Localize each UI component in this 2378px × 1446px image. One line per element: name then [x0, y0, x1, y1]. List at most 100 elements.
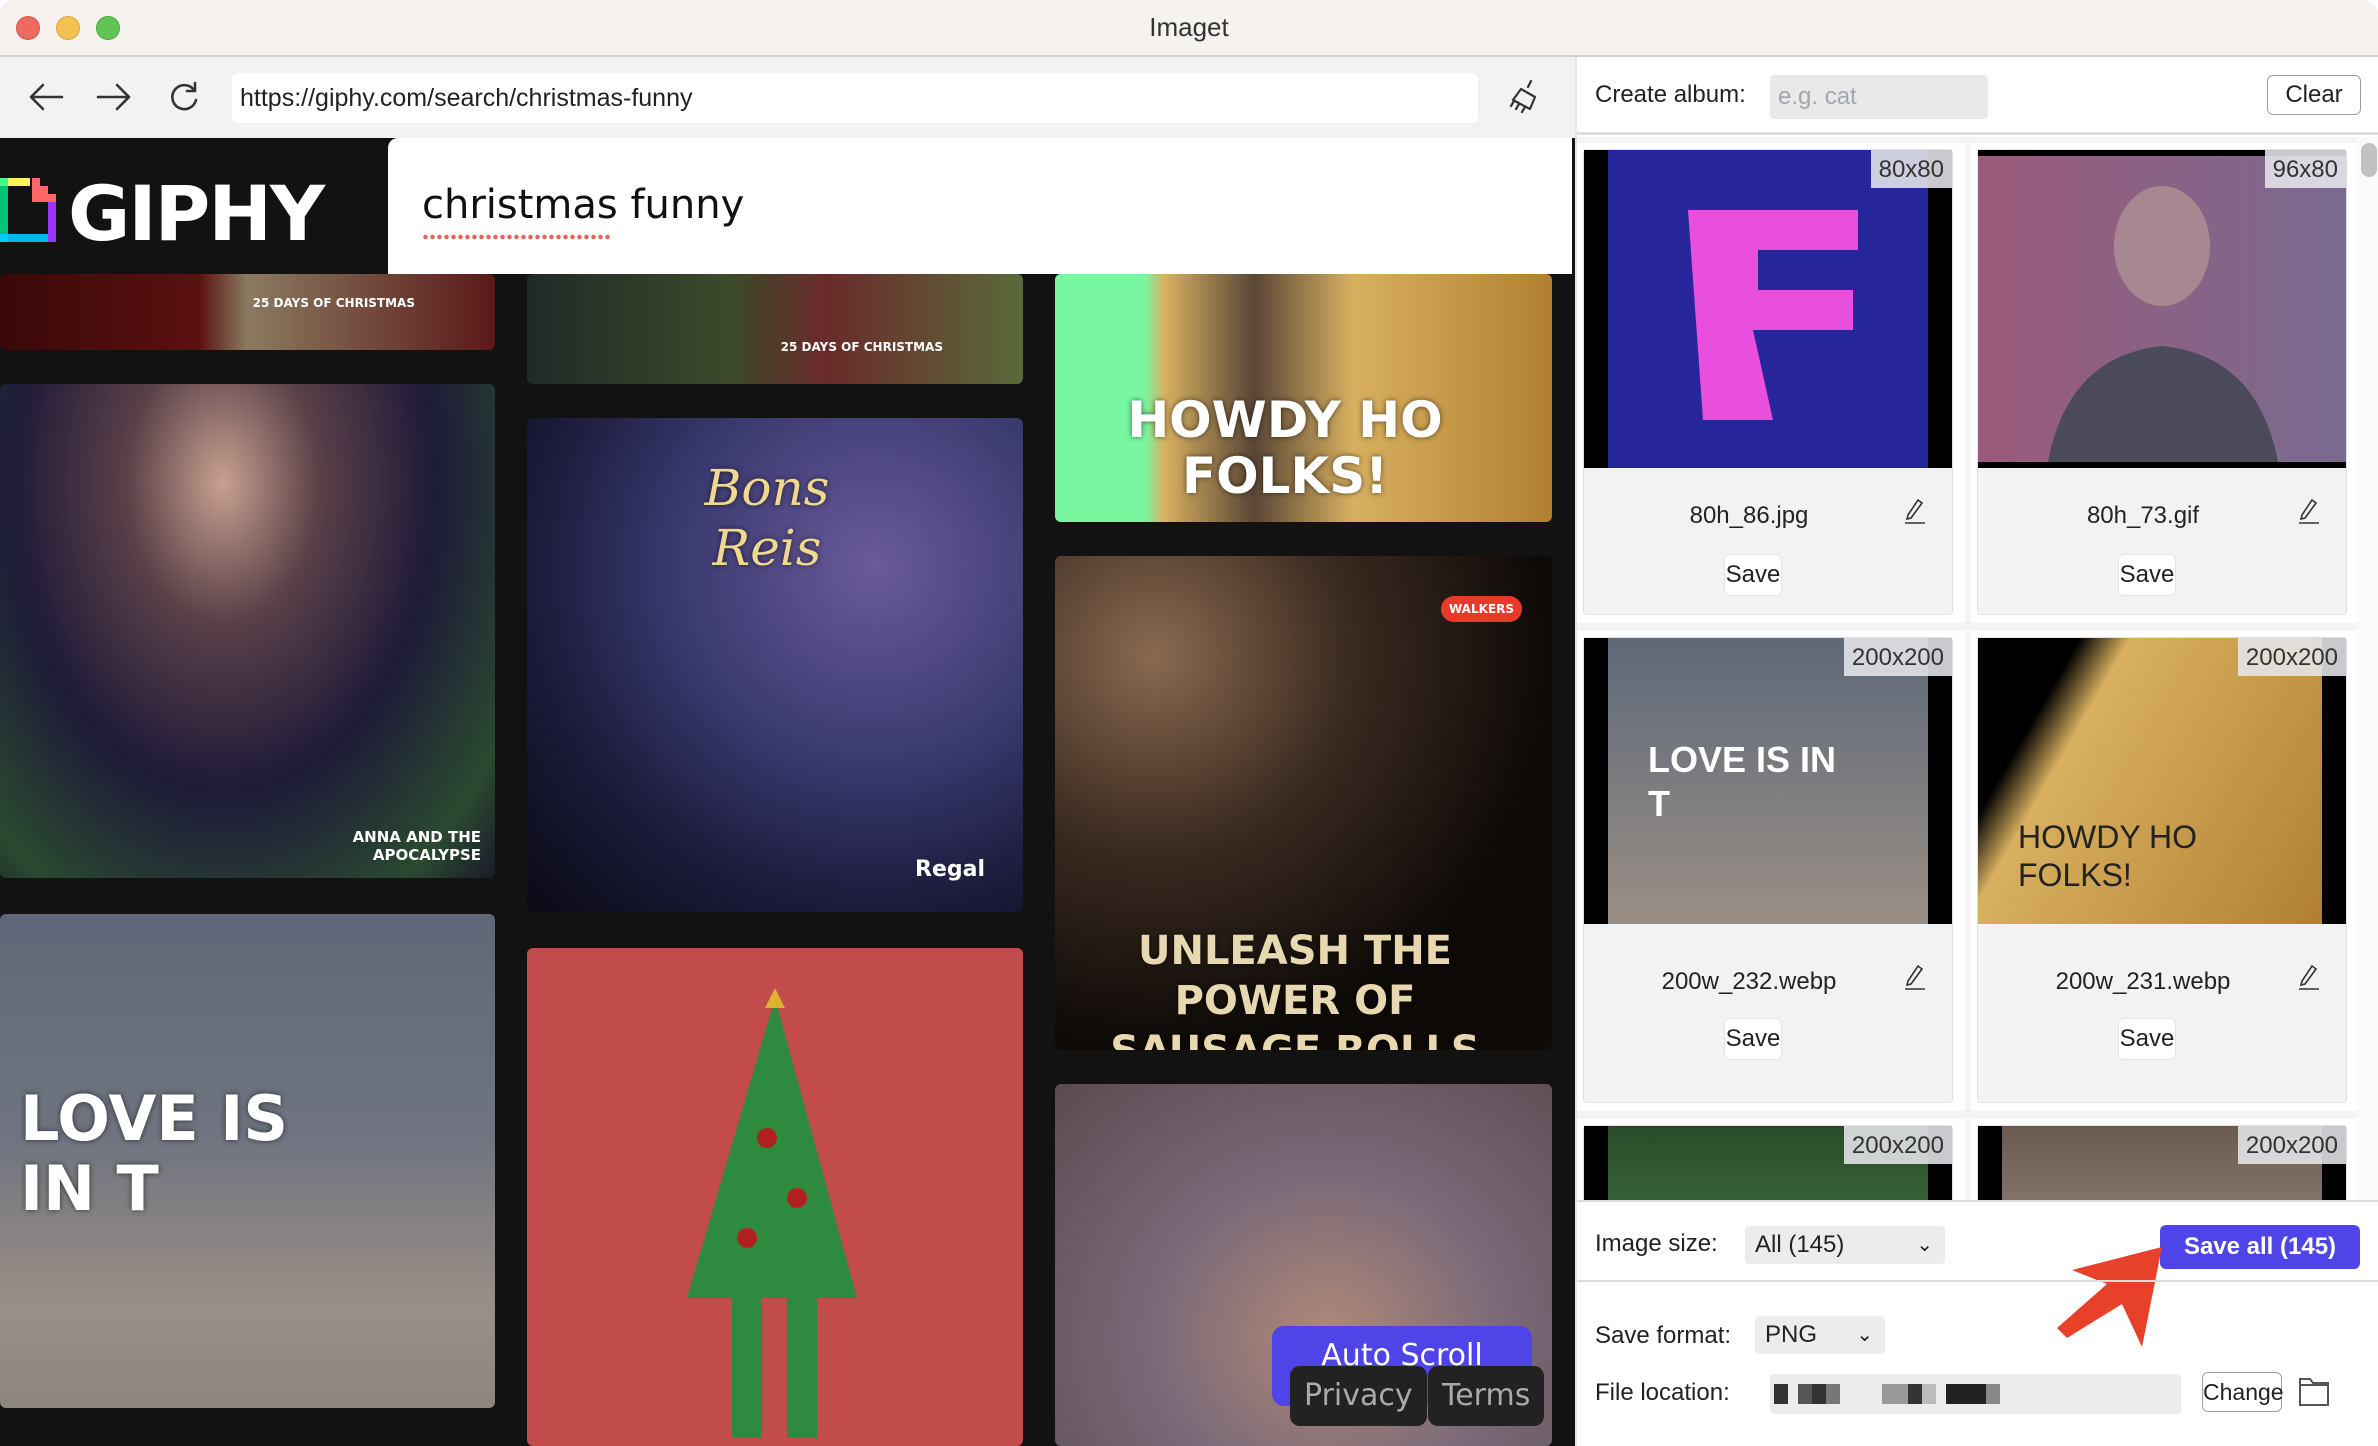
image-size-value: All (145) — [1755, 1231, 1845, 1258]
pencil-icon[interactable] — [1904, 964, 1926, 990]
gif-grid: 25 DAYS OF CHRISTMAS ANNA AND THE APOCAL… — [0, 274, 1575, 1446]
clear-button[interactable]: Clear — [2267, 75, 2361, 115]
giphy-logo-icon — [0, 178, 56, 242]
card-cell: 96x80 80h_73.gif Save — [1971, 143, 2357, 623]
album-bar: Create album: Clear — [1577, 57, 2378, 135]
thumbnail-image — [1978, 156, 2346, 462]
gif-watermark: WALKERS — [1440, 596, 1522, 622]
image-thumbnail[interactable]: 200x200 — [1978, 1126, 2346, 1200]
image-grid: 80x80 80h_86.jpg Save 96x80 80h_73.gif S… — [1577, 137, 2357, 1200]
arrow-right-icon — [96, 83, 131, 111]
gif-watermark: ANNA AND THE APOCALYPSE — [352, 828, 481, 864]
image-dimensions: 200x200 — [2237, 1126, 2346, 1164]
portrait-image — [2048, 186, 2278, 462]
file-location-field — [1770, 1374, 2181, 1414]
card-cell: HOWDY HO FOLKS! 200x200 200w_231.webp Sa… — [1971, 631, 2357, 1111]
image-dimensions: 80x80 — [1870, 150, 1952, 188]
image-dimensions: 96x80 — [2264, 150, 2346, 188]
imaget-panel: Create album: Clear 80x80 80h_86.jpg Sav… — [1575, 57, 2378, 1446]
christmas-tree-costume-image — [687, 988, 857, 1438]
gif-tile[interactable]: WALKERS UNLEASH THE POWER OF SAUSAGE ROL… — [1055, 556, 1552, 1050]
gif-caption: Bons Reis — [704, 459, 830, 577]
chevron-down-icon: ⌄ — [1856, 1324, 1873, 1346]
image-card: LOVE IS IN T 200x200 200w_232.webp Save — [1583, 637, 1953, 1103]
gif-tile[interactable]: HOWDY HO FOLKS! — [1055, 274, 1552, 522]
gif-tile[interactable]: 25 DAYS OF CHRISTMAS — [0, 274, 495, 350]
album-input[interactable] — [1770, 75, 1988, 119]
thumbnail-image: LOVE IS IN T — [1608, 638, 1928, 924]
file-location-label: File location: — [1595, 1379, 1730, 1406]
image-thumbnail[interactable]: 96x80 — [1978, 150, 2346, 468]
image-card: HOWDY HO FOLKS! 200x200 200w_231.webp Sa… — [1977, 637, 2347, 1103]
save-image-button[interactable]: Save — [2118, 554, 2176, 596]
change-location-button[interactable]: Change — [2202, 1372, 2284, 1412]
save-image-button[interactable]: Save — [1724, 554, 1782, 596]
image-filename: 80h_86.jpg — [1689, 502, 1809, 529]
scrollbar-thumb[interactable] — [2361, 143, 2377, 177]
privacy-link[interactable]: Privacy — [1290, 1366, 1427, 1426]
save-image-button[interactable]: Save — [2118, 1018, 2176, 1060]
gif-watermark: 25 DAYS OF CHRISTMAS — [780, 340, 943, 354]
image-size-select[interactable]: All (145) ⌄ — [1745, 1226, 1945, 1264]
giphy-search-box[interactable]: christmas funny — [388, 138, 1572, 274]
gif-watermark: Regal — [915, 857, 985, 882]
card-cell: 200x200 — [1971, 1119, 2357, 1200]
image-filename: 200w_232.webp — [1661, 968, 1837, 995]
forward-button[interactable] — [92, 77, 136, 117]
gif-tile[interactable]: LOVE IS IN T — [0, 914, 495, 1408]
url-input[interactable] — [232, 73, 1478, 123]
divider — [1577, 1280, 2378, 1282]
giphy-search-query[interactable]: christmas funny — [422, 182, 744, 228]
gif-tile[interactable]: 25 DAYS OF CHRISTMAS — [527, 274, 1023, 384]
image-thumbnail[interactable]: 200x200 — [1584, 1126, 1952, 1200]
thumbnail-image — [1608, 150, 1928, 468]
folder-icon[interactable] — [2297, 1374, 2331, 1408]
image-grid-scrollbar[interactable] — [2357, 137, 2378, 1200]
image-thumbnail[interactable]: 80x80 — [1584, 150, 1952, 468]
card-cell: 80x80 80h_86.jpg Save — [1577, 143, 1965, 623]
image-dimensions: 200x200 — [1843, 638, 1952, 676]
back-button[interactable] — [24, 77, 68, 117]
card-cell: 200x200 — [1577, 1119, 1965, 1200]
gif-caption: HOWDY HO FOLKS! — [1127, 391, 1443, 505]
gif-caption: UNLEASH THE POWER OF SAUSAGE ROLLS — [1110, 928, 1479, 1050]
image-size-label: Image size: — [1595, 1230, 1718, 1257]
reload-icon — [171, 81, 198, 111]
terms-link[interactable]: Terms — [1428, 1366, 1545, 1426]
save-format-select[interactable]: PNG ⌄ — [1755, 1316, 1885, 1354]
giphy-logo-text: GIPHY — [68, 169, 325, 258]
image-card: 200x200 — [1977, 1125, 2347, 1200]
title-bar: Imaget — [0, 0, 2378, 57]
save-format-value: PNG — [1765, 1321, 1818, 1348]
thumbnail-image: HOWDY HO FOLKS! — [1978, 638, 2322, 924]
gif-caption: LOVE IS IN T — [20, 1082, 288, 1225]
chevron-down-icon: ⌄ — [1916, 1234, 1933, 1256]
pencil-icon[interactable] — [2298, 964, 2320, 990]
arrow-left-icon — [29, 83, 64, 111]
reload-button[interactable] — [162, 77, 206, 117]
pencil-icon[interactable] — [2298, 498, 2320, 524]
pencil-icon[interactable] — [1904, 498, 1926, 524]
album-label: Create album: — [1595, 81, 1746, 108]
image-dimensions: 200x200 — [2237, 638, 2346, 676]
image-card: 96x80 80h_73.gif Save — [1977, 149, 2347, 615]
image-filename: 200w_231.webp — [2055, 968, 2231, 995]
gif-tile[interactable]: Bons Reis Regal — [527, 418, 1023, 912]
save-controls: Image size: All (145) ⌄ Save all (145) S… — [1577, 1200, 2378, 1446]
image-filename: 80h_73.gif — [2086, 502, 2200, 529]
save-image-button[interactable]: Save — [1724, 1018, 1782, 1060]
f-logo-image — [1688, 210, 1858, 420]
image-card: 80x80 80h_86.jpg Save — [1583, 149, 1953, 615]
window-title: Imaget — [1149, 12, 1229, 42]
giphy-logo[interactable]: GIPHY — [0, 158, 388, 258]
broom-icon — [1509, 79, 1537, 114]
image-thumbnail[interactable]: LOVE IS IN T 200x200 — [1584, 638, 1952, 924]
save-all-button[interactable]: Save all (145) — [2160, 1225, 2360, 1269]
browser-nav-bar — [0, 57, 1575, 138]
browser-pane: GIPHY christmas funny 25 DAYS OF CHRISTM… — [0, 57, 1575, 1446]
image-thumbnail[interactable]: HOWDY HO FOLKS! 200x200 — [1978, 638, 2346, 924]
gif-tile[interactable] — [527, 948, 1023, 1446]
annotation-arrow-icon — [2057, 1247, 2162, 1347]
clear-cache-button[interactable] — [1505, 77, 1545, 117]
gif-tile[interactable]: ANNA AND THE APOCALYPSE — [0, 384, 495, 878]
